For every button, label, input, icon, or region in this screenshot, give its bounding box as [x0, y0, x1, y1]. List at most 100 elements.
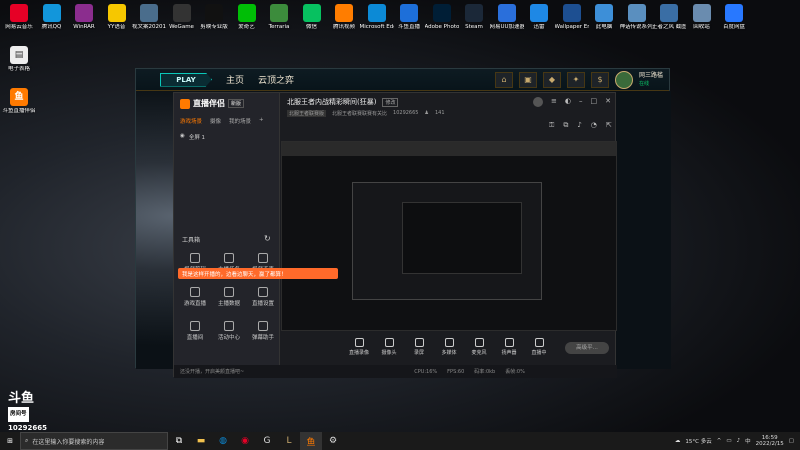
tool-item[interactable]: 主播数据 [214, 287, 244, 307]
tool-label: 直播设置 [251, 301, 274, 307]
avatar[interactable] [614, 70, 633, 89]
tab-my-scene[interactable]: 我的场景 [229, 117, 251, 125]
add-scene-icon[interactable]: + [259, 117, 264, 125]
lol-icon[interactable]: L [278, 432, 300, 450]
search-box[interactable]: ⌕ 在这里输入你要搜索的内容 [20, 432, 168, 450]
stream-preview[interactable] [281, 141, 617, 331]
toolbar-button[interactable]: 麦克风 [466, 338, 492, 356]
game-icon [627, 4, 646, 22]
douyu-watermark: 斗鱼 房间号 10292665 [8, 392, 58, 435]
play-button[interactable]: PLAY [160, 72, 212, 87]
desktop-icon[interactable]: 斗鱼直播 [392, 4, 426, 31]
desktop-icon[interactable]: WinRAR [67, 4, 101, 31]
start-button[interactable]: ⊞ [0, 432, 20, 450]
network-icon[interactable]: ▭ [726, 438, 731, 444]
nav-tft[interactable]: 云顶之弈 [258, 73, 294, 86]
edit-title-button[interactable]: 修改 [382, 97, 399, 107]
share-icon[interactable]: ⇱ [606, 121, 612, 130]
tool-icon [258, 287, 268, 297]
douyu-logo-icon [180, 98, 190, 109]
tab-camera[interactable]: 摄像 [210, 117, 221, 125]
lol-collection-icon[interactable]: ✦ [566, 71, 585, 88]
lock-icon[interactable]: ⚿ [549, 121, 554, 130]
desktop-icon[interactable]: 百度网盘 [717, 4, 751, 31]
desktop-icon-label: YY语音 [107, 24, 126, 30]
toolbar-button[interactable]: 直播中 [526, 338, 552, 356]
desktop-icon[interactable]: WeGame [165, 4, 199, 31]
settings-icon[interactable]: ⚙ [322, 432, 344, 450]
desktop-icon[interactable]: 腾讯QQ [35, 4, 69, 31]
volume-icon[interactable]: ♪ [737, 438, 741, 444]
toast-notification[interactable]: 我是这样开播的，边看边聊天，赢了都算！ [178, 268, 338, 279]
file-explorer-icon[interactable]: ▬ [190, 432, 212, 450]
desktop-icon[interactable]: Microsoft Edge [360, 4, 394, 31]
netease-music-icon[interactable]: ◉ [234, 432, 256, 450]
close-icon[interactable]: ✕ [605, 97, 611, 107]
desktop-icon[interactable]: 网易云音乐 [2, 4, 36, 31]
desktop-icon[interactable]: 回收站 [685, 4, 719, 31]
douyu-taskbar-icon[interactable]: 鱼 [300, 432, 322, 450]
desktop-icon-douyu-companion[interactable]: 鱼 斗鱼直播伴侣 [2, 88, 36, 115]
tray-arrow-icon[interactable]: ^ [717, 438, 722, 444]
notification-icon[interactable]: ♪ [577, 121, 581, 130]
toolbar-button[interactable]: 录屏 [406, 338, 432, 356]
toolbar-button[interactable]: 摄像头 [376, 338, 402, 356]
maximize-icon[interactable]: □ [590, 97, 597, 107]
menu-icon[interactable]: ≡ [551, 97, 557, 107]
status-text: 在线 [638, 80, 649, 87]
desktop-icon-spreadsheet[interactable]: ▤ 电子表格 [2, 46, 36, 73]
lol-loot-icon[interactable]: ◆ [542, 71, 561, 88]
desktop-icon[interactable]: YY语音 [100, 4, 134, 31]
tab-game-scene[interactable]: 游戏场景 [180, 117, 202, 125]
toolbar-button[interactable]: 直播录像 [346, 338, 372, 356]
scene-item[interactable]: ◉ 全屏 1 [180, 133, 205, 141]
edge-icon[interactable]: ◍ [212, 432, 234, 450]
desktop-icon[interactable]: 腾讯视频 [327, 4, 361, 31]
desktop-icon[interactable]: Steam [457, 4, 491, 31]
skin-icon[interactable]: ◐ [565, 97, 571, 107]
lol-shop-icon[interactable]: $ [590, 71, 609, 88]
tool-item[interactable]: 直播间 [180, 321, 210, 341]
ime-indicator[interactable]: 中 [745, 437, 751, 445]
desktop-icon[interactable]: 此电脑 [587, 4, 621, 31]
scene-item-label: 全屏 1 [188, 135, 206, 141]
lol-store-icon[interactable]: ▣ [518, 71, 537, 88]
desktop-icon[interactable]: 爱奇艺 [230, 4, 264, 31]
desktop-icon-label: 视文案20201301... [132, 24, 166, 30]
tool-item[interactable]: 弹幕助手 [248, 321, 278, 341]
tool-item[interactable]: 活动中心 [214, 321, 244, 341]
desktop-icon[interactable]: Terraria [262, 4, 296, 31]
desktop-icon[interactable]: 神话传说系列游戏 [620, 4, 654, 31]
clock[interactable]: 16:59 2022/2/15 [756, 435, 784, 447]
toolbar-button[interactable]: 扬声器 [496, 338, 522, 356]
bell-icon[interactable]: ◔ [591, 121, 597, 130]
start-stream-button[interactable]: 高级平... [565, 342, 609, 354]
toolbar-button[interactable]: 多媒体 [436, 338, 462, 356]
user-avatar-icon[interactable] [533, 97, 543, 107]
lol-home-icon[interactable]: ⌂ [494, 71, 513, 88]
tool-item[interactable]: 直播设置 [248, 287, 278, 307]
preview-taskbar-mirror [282, 142, 616, 156]
tool-item[interactable]: 游戏直播 [180, 287, 210, 307]
notification-center-icon[interactable]: ▢ [789, 438, 794, 444]
nav-home[interactable]: 主页 [226, 73, 244, 86]
toolbar-label: 扬声器 [501, 350, 517, 356]
desktop-icon[interactable]: 迅雷 [522, 4, 556, 31]
desktop-icon[interactable]: Wallpaper Engine: ... [555, 4, 589, 31]
task-view-icon[interactable]: ⧉ [168, 432, 190, 450]
toolbar-label: 摄像头 [381, 350, 397, 356]
wegame-icon[interactable]: G [256, 432, 278, 450]
desktop-icon[interactable]: 视文案20201301... [132, 4, 166, 31]
weather-text[interactable]: 15°C 多云 [685, 437, 711, 445]
copy-icon[interactable]: ⧉ [563, 121, 568, 130]
category-tag[interactable]: 北服王者联赛版 [287, 110, 327, 117]
desktop-icon[interactable]: 网易UU加速器 [490, 4, 524, 31]
desktop-icon[interactable]: 微信 [295, 4, 329, 31]
desktop-icon-label: 剪映专业版 [200, 24, 228, 30]
visibility-icon[interactable]: ◉ [180, 133, 185, 141]
minimize-icon[interactable]: – [579, 97, 583, 107]
tools-refresh-icon[interactable]: ↻ [264, 234, 271, 243]
desktop-icon[interactable]: Adobe Photosh... [425, 4, 459, 31]
desktop-icon[interactable]: 王者之风 截图工具 [652, 4, 686, 31]
desktop-icon[interactable]: 剪映专业版 [197, 4, 231, 31]
